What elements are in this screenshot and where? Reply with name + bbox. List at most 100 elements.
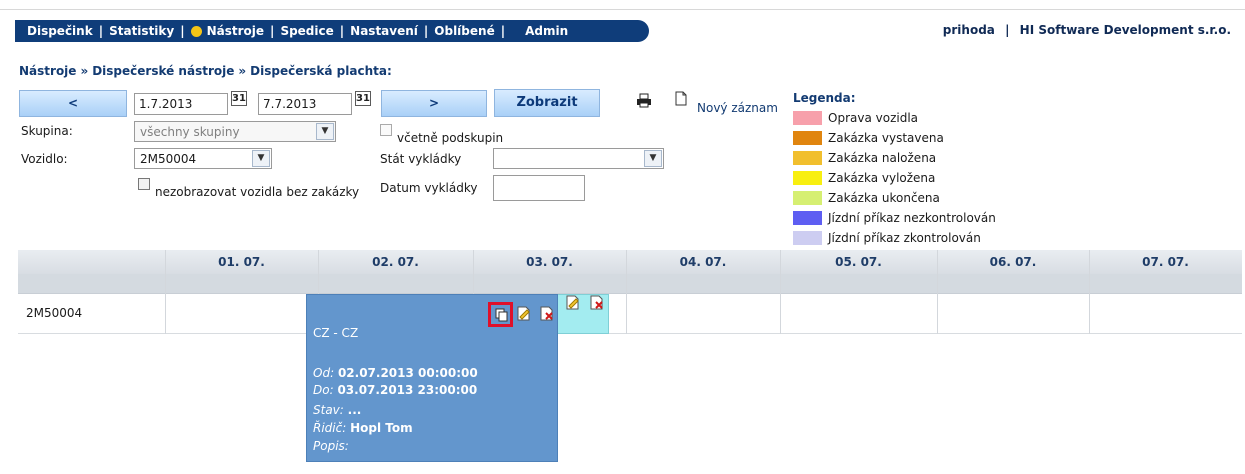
legend-item: Oprava vozidla bbox=[793, 108, 996, 128]
day-header: 03. 07. bbox=[526, 255, 573, 269]
popup-to-label: Do: bbox=[313, 383, 334, 397]
grid-column-line bbox=[626, 250, 627, 334]
legend-title: Legenda: bbox=[793, 91, 856, 105]
grid-column-line bbox=[1089, 250, 1090, 334]
new-record-icon[interactable] bbox=[675, 91, 687, 106]
legend-swatch bbox=[793, 211, 822, 225]
popup-from-label: Od: bbox=[313, 366, 335, 380]
nav-separator: | bbox=[500, 24, 506, 38]
company-name[interactable]: HI Software Development s.r.o. bbox=[1020, 23, 1231, 37]
nav-item-oblibene[interactable]: Oblíbené bbox=[434, 24, 494, 38]
subgroups-checkbox[interactable] bbox=[380, 124, 392, 136]
legend: Oprava vozidla Zakázka vystavena Zakázka n… bbox=[793, 108, 996, 248]
next-period-button[interactable]: > bbox=[381, 90, 487, 117]
show-button-label: Zobrazit bbox=[516, 95, 578, 110]
subgroups-label: včetně podskupin bbox=[397, 131, 504, 145]
day-header: 04. 07. bbox=[679, 255, 727, 269]
delete-order-icon[interactable] bbox=[590, 295, 604, 310]
legend-swatch bbox=[793, 191, 822, 205]
user-bar: prihoda | HI Software Development s.r.o. bbox=[943, 23, 1231, 37]
vehicle-select-value: 2M50004 bbox=[140, 152, 197, 166]
legend-label: Zakázka vyložena bbox=[828, 171, 936, 185]
page-title: Dispečerská plachta: bbox=[250, 64, 392, 78]
vehicle-label: Vozidlo: bbox=[21, 152, 68, 166]
legend-label: Jízdní příkaz nezkontrolován bbox=[828, 211, 996, 225]
legend-swatch bbox=[793, 151, 822, 165]
nav-item-nastaveni[interactable]: Nastavení bbox=[350, 24, 418, 38]
date-from-input[interactable]: 1.7.2013 bbox=[134, 93, 228, 115]
legend-label: Zakázka naložena bbox=[828, 151, 937, 165]
print-icon[interactable] bbox=[636, 93, 652, 108]
legend-item: Zakázka vyložena bbox=[793, 168, 996, 188]
breadcrumb-item-nastroje[interactable]: Nástroje bbox=[19, 64, 76, 78]
nav-item-admin[interactable]: Admin bbox=[525, 24, 568, 38]
hide-vehicles-label: nezobrazovat vozidla bez zakázky bbox=[155, 185, 360, 199]
group-select-value: všechny skupiny bbox=[140, 125, 240, 139]
top-divider bbox=[0, 9, 1245, 10]
day-header: 05. 07. bbox=[835, 255, 882, 269]
grid-column-line bbox=[780, 250, 781, 334]
grid-subheader bbox=[18, 274, 1242, 294]
edit-icon[interactable] bbox=[517, 306, 531, 321]
active-dot-icon bbox=[190, 25, 202, 37]
state-label: Stát vykládky bbox=[380, 152, 462, 166]
calendar-from-icon[interactable]: 31 bbox=[231, 91, 247, 106]
popup-from-value: 02.07.2013 00:00:00 bbox=[337, 366, 478, 380]
legend-item: Zakázka vystavena bbox=[793, 128, 996, 148]
new-record-link[interactable]: Nový záznam bbox=[697, 101, 778, 115]
legend-label: Oprava vozidla bbox=[828, 111, 918, 125]
nav-separator: | bbox=[270, 24, 275, 38]
nav-item-spedice[interactable]: Spedice bbox=[280, 24, 333, 38]
next-button-label: > bbox=[428, 96, 440, 110]
legend-item: Jízdní příkaz nezkontrolován bbox=[793, 208, 996, 228]
date-unload-input[interactable] bbox=[493, 175, 585, 201]
calendar-to-icon[interactable]: 31 bbox=[355, 91, 371, 106]
day-header: 01. 07. bbox=[218, 255, 265, 269]
state-select[interactable]: ▼ bbox=[493, 148, 664, 169]
nav-separator: | bbox=[423, 24, 429, 38]
popup-driver-value: Hopl Tom bbox=[350, 421, 413, 435]
vehicle-select[interactable]: 2M50004 ▼ bbox=[134, 148, 272, 169]
legend-item: Zakázka ukončena bbox=[793, 188, 996, 208]
legend-swatch bbox=[793, 131, 822, 145]
copy-order-button[interactable] bbox=[488, 302, 513, 327]
popup-to-value: 03.07.2013 23:00:00 bbox=[337, 383, 478, 397]
hide-vehicles-checkbox[interactable] bbox=[138, 178, 150, 190]
group-select[interactable]: všechny skupiny ▼ bbox=[134, 121, 336, 142]
nav-separator: | bbox=[180, 24, 185, 38]
day-header: 06. 07. bbox=[989, 255, 1037, 269]
popup-route: CZ - CZ bbox=[313, 326, 359, 340]
legend-item: Zakázka naložena bbox=[793, 148, 996, 168]
legend-swatch bbox=[793, 171, 822, 185]
breadcrumb-separator: » bbox=[80, 64, 89, 78]
table-row: 2M50004 bbox=[18, 294, 1242, 334]
legend-label: Jízdní příkaz zkontrolován bbox=[828, 231, 981, 245]
nav-item-nastroje[interactable]: Nástroje bbox=[207, 24, 264, 38]
breadcrumb-item-dispecerske-nastroje[interactable]: Dispečerské nástroje bbox=[92, 64, 234, 78]
legend-swatch bbox=[793, 231, 822, 245]
chevron-down-icon: ▼ bbox=[316, 123, 334, 140]
nav-separator: | bbox=[339, 24, 345, 38]
popup-driver-label: Řidič: bbox=[313, 421, 347, 435]
legend-label: Zakázka vystavena bbox=[828, 131, 944, 145]
grid-column-line bbox=[165, 250, 166, 334]
legend-swatch bbox=[793, 111, 822, 125]
prev-button-label: < bbox=[67, 96, 79, 110]
date-to-input[interactable]: 7.7.2013 bbox=[258, 93, 352, 115]
show-button[interactable]: Zobrazit bbox=[494, 89, 600, 117]
nav-item-statistiky[interactable]: Statistiky bbox=[109, 24, 174, 38]
legend-label: Zakázka ukončena bbox=[828, 191, 940, 205]
breadcrumb: Nástroje» Dispečerské nástroje» Dispečersk… bbox=[19, 64, 392, 78]
prev-period-button[interactable]: < bbox=[19, 90, 127, 117]
chevron-down-icon: ▼ bbox=[644, 150, 662, 167]
delete-icon[interactable] bbox=[540, 306, 554, 321]
edit-order-icon[interactable] bbox=[566, 295, 580, 310]
popup-desc-label: Popis: bbox=[313, 439, 349, 453]
breadcrumb-separator: » bbox=[238, 64, 247, 78]
date-unload-label: Datum vykládky bbox=[380, 181, 478, 195]
nav-item-dispecink[interactable]: Dispečink bbox=[27, 24, 93, 38]
user-name[interactable]: prihoda bbox=[943, 23, 995, 37]
vehicle-cell[interactable]: 2M50004 bbox=[26, 306, 82, 320]
popup-state-label: Stav: bbox=[313, 403, 344, 417]
main-nav: Dispečink | Statistiky | Nástroje | Sped… bbox=[15, 20, 649, 42]
